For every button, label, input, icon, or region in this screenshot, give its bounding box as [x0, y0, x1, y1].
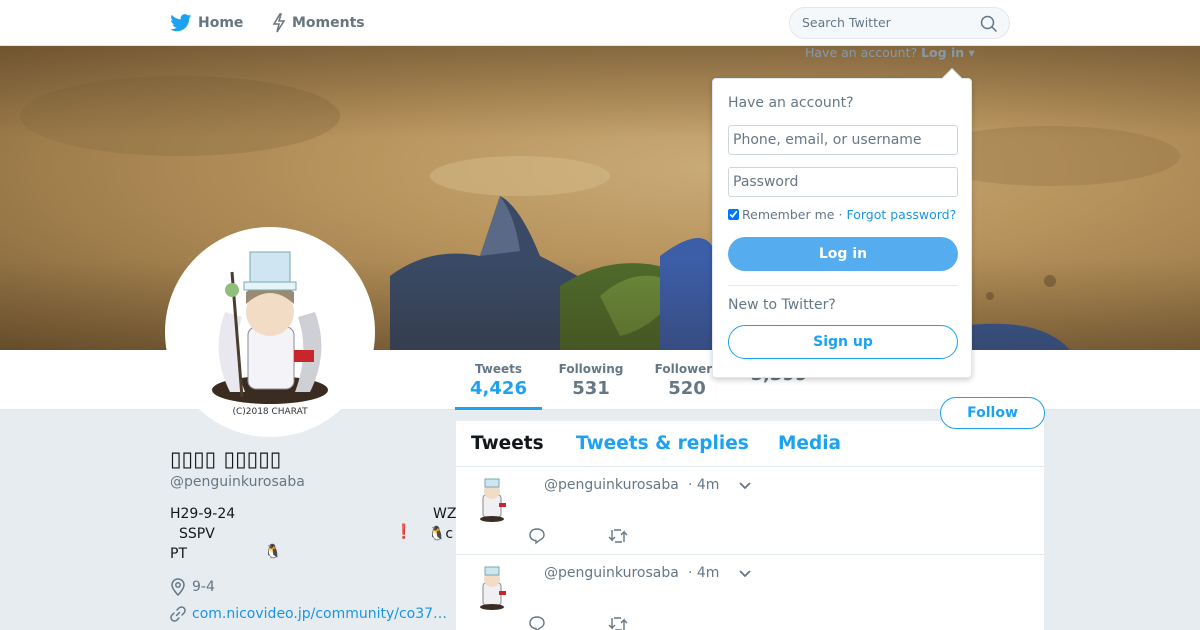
exclamation-emoji: ❗ [395, 524, 413, 540]
reply-icon[interactable] [528, 527, 546, 545]
have-account-text: Have an account? [805, 45, 918, 60]
bio-text: WZ [433, 506, 457, 522]
bio-text: PT [170, 546, 187, 562]
stat-value: 4,426 [470, 378, 527, 399]
login-title: Have an account? [728, 95, 854, 111]
twitter-bird-icon [170, 14, 192, 32]
lightning-icon [272, 13, 286, 33]
divider [728, 285, 958, 286]
tweet[interactable]: @penguinkurosaba · 4m [456, 555, 1044, 630]
avatar-image: (C)2018 CHARAT [212, 251, 328, 417]
remember-me: Remember me · Forgot password? [728, 207, 956, 222]
profile-bio: H29-9-24 WZ SSPV ❗ 🐧c PT 🐧 [170, 506, 460, 566]
nav-moments-label: Moments [292, 15, 365, 31]
profile-location: 9-4 [170, 578, 215, 596]
reply-icon[interactable] [528, 615, 546, 630]
tab-media[interactable]: Media [778, 433, 841, 454]
remember-me-label[interactable]: Remember me [742, 207, 834, 222]
tweet-timestamp[interactable]: · 4m [688, 477, 719, 493]
tweet[interactable]: @penguinkurosaba · 4m [456, 467, 1044, 555]
search-box [789, 7, 1010, 39]
forgot-password-link[interactable]: Forgot password? [846, 207, 956, 222]
bio-text: H29-9-24 [170, 506, 236, 522]
chevron-down-icon[interactable] [738, 481, 752, 491]
timeline: Tweets Tweets & replies Media @penguinku… [456, 421, 1044, 630]
avatar[interactable]: (C)2018 CHARAT [165, 227, 375, 437]
stat-label: Following [558, 362, 624, 376]
stat-following[interactable]: Following 531 [556, 362, 626, 399]
tweet-avatar[interactable] [474, 477, 510, 525]
username-field[interactable] [728, 125, 958, 155]
new-to-twitter-title: New to Twitter? [728, 297, 836, 313]
tab-tweets-replies[interactable]: Tweets & replies [576, 433, 749, 454]
location-pin-icon [171, 578, 185, 596]
signup-button[interactable]: Sign up [728, 325, 958, 359]
url-link[interactable]: com.nicovideo.jp/community/co37… [192, 606, 447, 622]
svg-text:(C)2018 CHARAT: (C)2018 CHARAT [232, 407, 308, 417]
location-text: 9-4 [192, 579, 215, 595]
remember-me-checkbox[interactable] [728, 209, 739, 220]
tweet-avatar[interactable] [474, 565, 510, 613]
tweet-timestamp[interactable]: · 4m [688, 565, 719, 581]
stat-value: 531 [572, 378, 610, 399]
tab-tweets[interactable]: Tweets [471, 433, 544, 454]
profile-url[interactable]: com.nicovideo.jp/community/co37… [170, 606, 447, 622]
password-field[interactable] [728, 167, 958, 197]
retweet-icon[interactable] [608, 527, 628, 545]
bio-text: SSPV [179, 526, 215, 542]
tweet-handle[interactable]: @penguinkurosaba [544, 477, 679, 493]
nav-home[interactable]: Home [170, 0, 243, 46]
profile-handle[interactable]: @penguinkurosaba [170, 474, 305, 490]
tweet-handle[interactable]: @penguinkurosaba [544, 565, 679, 581]
link-icon [170, 606, 186, 622]
chevron-down-icon[interactable] [738, 569, 752, 579]
profile-name[interactable]: ▯▯▯▯ ▯▯▯▯▯ [170, 447, 281, 471]
stat-label: Tweets [474, 362, 523, 376]
login-dropdown: Have an account? Remember me · Forgot pa… [712, 68, 972, 378]
nav-moments[interactable]: Moments [272, 0, 365, 46]
top-navigation: Home Moments [0, 0, 1200, 46]
separator-dot: · [838, 207, 843, 222]
follow-button[interactable]: Follow [940, 397, 1045, 429]
stat-value: 520 [668, 378, 706, 399]
nav-home-label: Home [198, 15, 244, 31]
penguin-emoji: 🐧c [428, 526, 454, 542]
login-button[interactable]: Log in [728, 237, 958, 271]
retweet-icon[interactable] [608, 615, 628, 630]
stat-tweets[interactable]: Tweets 4,426 [455, 362, 542, 410]
login-link[interactable]: Log in ▾ [921, 45, 975, 60]
have-account-prompt: Have an account? Log in ▾ [805, 45, 975, 60]
search-input[interactable] [802, 15, 972, 30]
penguin-emoji: 🐧 [264, 544, 282, 560]
search-icon[interactable] [980, 15, 998, 33]
